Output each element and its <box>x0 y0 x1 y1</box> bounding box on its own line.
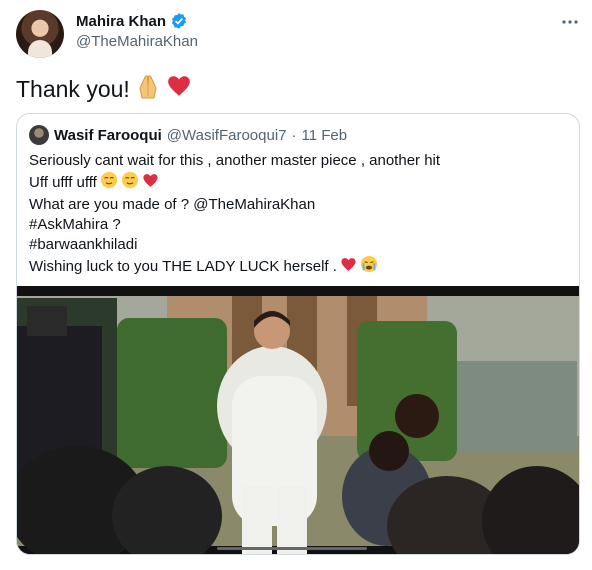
author-name-row: Mahira Khan <box>76 12 188 30</box>
quoted-author-handle: @WasifFarooqui7 <box>166 126 287 144</box>
quoted-author-name: Wasif Farooqui <box>54 126 162 144</box>
video-progress-indicator <box>217 547 367 550</box>
tweet-text: Thank you! <box>16 72 192 106</box>
tweet-header: Mahira Khan @TheMahiraKhan <box>16 10 582 60</box>
red-heart-icon <box>142 172 159 195</box>
quoted-line-text: #AskMahira ? <box>29 216 121 233</box>
meta-separator: · <box>291 126 297 144</box>
quoted-line-text: Wishing luck to you THE LADY LUCK hersel… <box>29 258 337 275</box>
author-avatar[interactable] <box>16 10 64 58</box>
quoted-line: #barwaankhiladi <box>29 235 569 255</box>
crying-face-icon <box>360 255 378 279</box>
quoted-tweet-header: Wasif Farooqui @WasifFarooqui7 · 11 Feb <box>29 125 347 145</box>
quoted-line: What are you made of ? @TheMahiraKhan <box>29 195 569 215</box>
tweet-text-content: Thank you! <box>16 75 130 102</box>
video-frame-image <box>17 286 579 554</box>
more-options-icon[interactable] <box>558 10 582 34</box>
quoted-line: Uff ufff ufff <box>29 171 569 195</box>
quoted-line: #AskMahira ? <box>29 215 569 235</box>
relieved-face-icon <box>121 171 139 195</box>
quoted-line: Seriously cant wait for this , another m… <box>29 151 569 171</box>
quoted-tweet-date: 11 Feb <box>301 126 348 144</box>
quoted-line: Wishing luck to you THE LADY LUCK hersel… <box>29 255 569 279</box>
quoted-line-text: Uff ufff ufff <box>29 174 97 191</box>
verified-badge-icon <box>170 12 188 30</box>
quoted-line-text: #barwaankhiladi <box>29 236 138 253</box>
red-heart-icon <box>340 256 357 279</box>
quoted-line-text: What are you made of ? @TheMahiraKhan <box>29 196 316 213</box>
quoted-line-text: Seriously cant wait for this , another m… <box>29 152 441 169</box>
author-handle[interactable]: @TheMahiraKhan <box>76 33 198 50</box>
folded-hands-icon <box>134 72 162 106</box>
quoted-tweet[interactable]: Wasif Farooqui @WasifFarooqui7 · 11 Feb … <box>16 113 580 555</box>
relieved-face-icon <box>100 171 118 195</box>
red-heart-icon <box>166 73 192 105</box>
author-display-name[interactable]: Mahira Khan <box>76 13 166 30</box>
quoted-tweet-body: Seriously cant wait for this , another m… <box>29 151 569 279</box>
video-still[interactable] <box>17 286 579 554</box>
quoted-author-avatar <box>29 125 49 145</box>
